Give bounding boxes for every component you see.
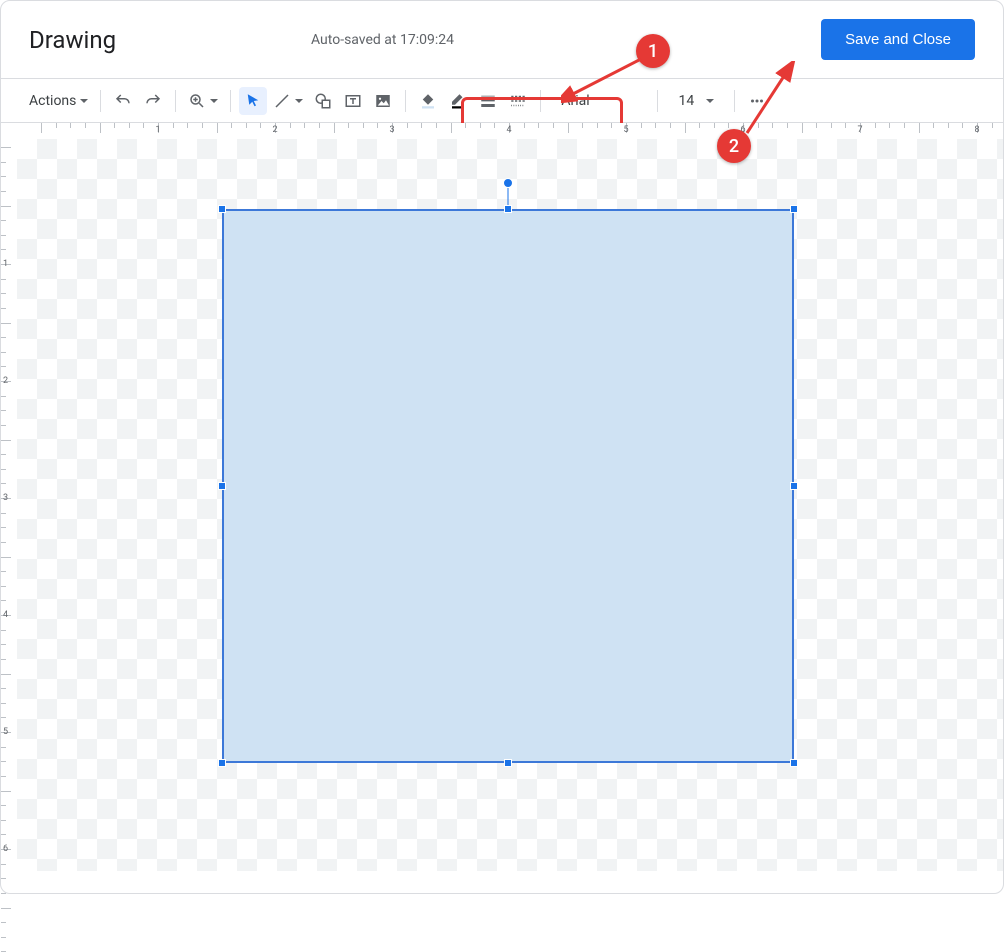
border-color-button[interactable] [444, 87, 472, 115]
more-options-button[interactable] [743, 87, 771, 115]
resize-handle-w[interactable] [218, 482, 226, 490]
toolbar: Actions Arial [1, 79, 1003, 123]
resize-handle-s[interactable] [504, 759, 512, 767]
shape-tool-button[interactable] [309, 87, 337, 115]
separator [540, 90, 541, 112]
resize-handle-se[interactable] [790, 759, 798, 767]
separator [230, 90, 231, 112]
vertical-ruler: 123456 [1, 139, 17, 871]
font-family-label: Arial [561, 93, 589, 109]
border-color-icon [449, 92, 467, 110]
zoom-button[interactable] [184, 87, 222, 115]
redo-icon [144, 92, 162, 110]
line-icon [273, 92, 291, 110]
resize-handle-e[interactable] [790, 482, 798, 490]
dialog-title: Drawing [29, 26, 116, 54]
fill-color-button[interactable] [414, 87, 442, 115]
annotation-callout-1: 1 [636, 34, 670, 68]
border-weight-icon [479, 92, 497, 110]
actions-label: Actions [29, 93, 76, 109]
resize-handle-nw[interactable] [218, 205, 226, 213]
autosave-status: Auto-saved at 17:09:24 [311, 32, 454, 48]
select-tool-button[interactable] [239, 87, 267, 115]
more-icon [748, 92, 766, 110]
callout-2-label: 2 [729, 136, 739, 157]
separator [657, 90, 658, 112]
chevron-down-icon [210, 99, 218, 103]
resize-handle-sw[interactable] [218, 759, 226, 767]
shape-icon [314, 92, 332, 110]
callout-1-label: 1 [648, 41, 658, 62]
save-and-close-button[interactable]: Save and Close [821, 19, 975, 60]
chevron-down-icon [295, 99, 303, 103]
cursor-icon [244, 92, 262, 110]
chevron-down-icon [706, 99, 714, 103]
font-size-label: 14 [679, 93, 695, 109]
resize-handle-ne[interactable] [790, 205, 798, 213]
border-dash-button[interactable] [504, 87, 532, 115]
zoom-icon [188, 92, 206, 110]
separator [175, 90, 176, 112]
drawing-canvas[interactable] [17, 139, 1003, 871]
separator [100, 90, 101, 112]
selected-shape-rectangle[interactable] [222, 209, 794, 763]
undo-icon [114, 92, 132, 110]
font-size-dropdown[interactable]: 14 [666, 87, 726, 115]
font-family-dropdown[interactable]: Arial [549, 87, 649, 115]
actions-menu[interactable]: Actions [25, 87, 92, 115]
textbox-icon [344, 92, 362, 110]
resize-handle-n[interactable] [504, 205, 512, 213]
separator [734, 90, 735, 112]
image-icon [374, 92, 392, 110]
undo-button[interactable] [109, 87, 137, 115]
border-dash-icon [509, 92, 527, 110]
horizontal-ruler: 12345678 [17, 123, 1003, 139]
dialog-header: Drawing Auto-saved at 17:09:24 Save and … [1, 1, 1003, 79]
annotation-callout-2: 2 [717, 129, 751, 163]
image-tool-button[interactable] [369, 87, 397, 115]
rotate-handle[interactable] [503, 178, 513, 188]
border-weight-button[interactable] [474, 87, 502, 115]
chevron-down-icon [80, 99, 88, 103]
fill-color-icon [419, 92, 437, 110]
textbox-tool-button[interactable] [339, 87, 367, 115]
line-tool-button[interactable] [269, 87, 307, 115]
redo-button[interactable] [139, 87, 167, 115]
separator [405, 90, 406, 112]
